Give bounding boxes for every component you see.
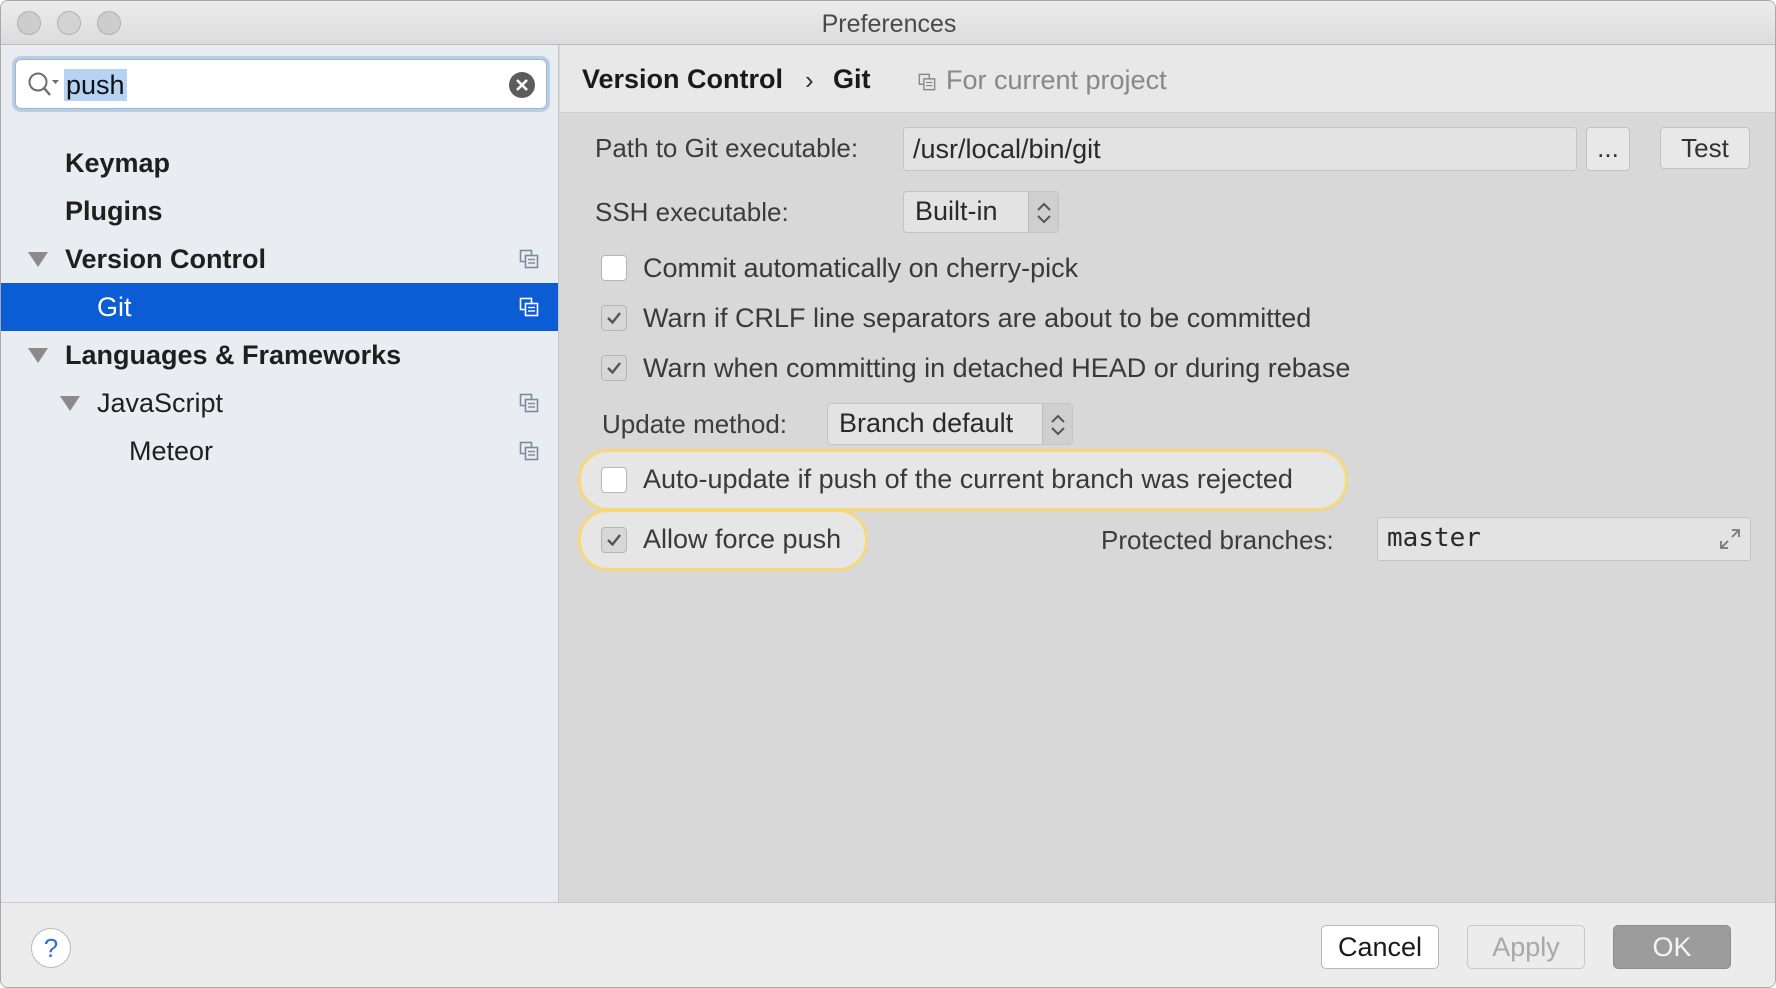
updown-arrows-icon <box>1028 192 1058 232</box>
update-method-select[interactable]: Branch default <box>827 403 1073 445</box>
git-path-label: Path to Git executable: <box>595 133 859 163</box>
protected-branches-field[interactable]: master <box>1377 517 1751 561</box>
project-scope-icon <box>519 297 539 317</box>
sidebar-item-version-control[interactable]: Version Control <box>1 235 558 283</box>
apply-button[interactable]: Apply <box>1467 925 1585 969</box>
sidebar-item-label: Keymap <box>65 148 171 178</box>
updown-arrows-icon <box>1042 404 1072 444</box>
ok-button[interactable]: OK <box>1613 925 1731 969</box>
sidebar-item-label: JavaScript <box>97 388 224 418</box>
breadcrumb-current: Git <box>833 64 871 94</box>
warn-crlf-label: Warn if CRLF line separators are about t… <box>643 303 1312 333</box>
sidebar-item-label: Plugins <box>65 196 163 226</box>
checkmark-icon <box>607 534 621 547</box>
sidebar-item-label: Meteor <box>129 436 214 466</box>
commit-cherry-pick-label: Commit automatically on cherry-pick <box>643 253 1079 283</box>
checkmark-icon <box>607 362 621 375</box>
settings-sidebar: push Keymap Plugins Version Control Git … <box>1 45 559 902</box>
title-bar: Preferences <box>1 1 1775 45</box>
help-button[interactable]: ? <box>31 928 71 968</box>
test-button[interactable]: Test <box>1660 127 1750 169</box>
expand-field-icon[interactable] <box>1718 527 1742 551</box>
update-method-label: Update method: <box>602 409 788 439</box>
ssh-executable-value: Built-in <box>915 196 998 226</box>
allow-force-push-checkbox[interactable] <box>601 527 627 553</box>
commit-cherry-pick-checkbox[interactable] <box>601 255 627 281</box>
scope-note: For current project <box>946 65 1167 95</box>
sidebar-item-meteor[interactable]: Meteor <box>1 427 558 475</box>
browse-button[interactable]: ... <box>1586 127 1630 171</box>
ssh-executable-label: SSH executable: <box>595 197 789 227</box>
warn-detached-head-checkbox[interactable] <box>601 355 627 381</box>
settings-search-field[interactable]: push <box>15 59 547 109</box>
sidebar-item-label: Languages & Frameworks <box>65 340 402 370</box>
warn-crlf-checkbox[interactable] <box>601 305 627 331</box>
sidebar-item-javascript[interactable]: JavaScript <box>1 379 558 427</box>
checkmark-icon <box>607 312 621 325</box>
project-scope-icon <box>519 393 539 413</box>
expand-arrow-icon[interactable] <box>28 348 48 363</box>
sidebar-item-label: Git <box>97 292 132 322</box>
allow-force-push-label: Allow force push <box>643 524 842 554</box>
sidebar-item-label: Version Control <box>65 244 267 274</box>
search-icon <box>28 72 59 96</box>
window-title: Preferences <box>821 10 957 38</box>
dialog-footer: ? Cancel Apply OK <box>1 902 1775 987</box>
warn-detached-head-label: Warn when committing in detached HEAD or… <box>643 353 1351 383</box>
preferences-window: Preferences push Keymap Plugins Version <box>0 0 1776 988</box>
project-scope-icon <box>519 441 539 461</box>
sidebar-item-git[interactable]: Git <box>1 283 558 331</box>
update-method-value: Branch default <box>839 408 1014 438</box>
cancel-button[interactable]: Cancel <box>1321 925 1439 969</box>
project-scope-icon <box>918 73 936 91</box>
git-path-field[interactable]: /usr/local/bin/git <box>903 127 1577 171</box>
expand-arrow-icon[interactable] <box>60 396 80 411</box>
sidebar-item-languages-frameworks[interactable]: Languages & Frameworks <box>1 331 558 379</box>
sidebar-item-plugins[interactable]: Plugins <box>1 187 558 235</box>
breadcrumb-parent[interactable]: Version Control <box>582 64 783 95</box>
project-scope-icon <box>519 249 539 269</box>
auto-update-label: Auto-update if push of the current branc… <box>643 464 1293 494</box>
protected-branches-value: master <box>1387 523 1481 553</box>
breadcrumb: Version Control › Git For current projec… <box>560 45 1775 113</box>
clear-search-icon[interactable] <box>508 71 536 99</box>
git-settings-panel: Version Control › Git For current projec… <box>560 45 1775 902</box>
breadcrumb-separator: › <box>805 65 814 95</box>
sidebar-item-keymap[interactable]: Keymap <box>1 139 558 187</box>
expand-arrow-icon[interactable] <box>28 252 48 267</box>
auto-update-checkbox[interactable] <box>601 467 627 493</box>
search-input[interactable]: push <box>64 69 127 101</box>
protected-branches-label: Protected branches: <box>1101 525 1334 555</box>
ssh-executable-select[interactable]: Built-in <box>903 191 1059 233</box>
